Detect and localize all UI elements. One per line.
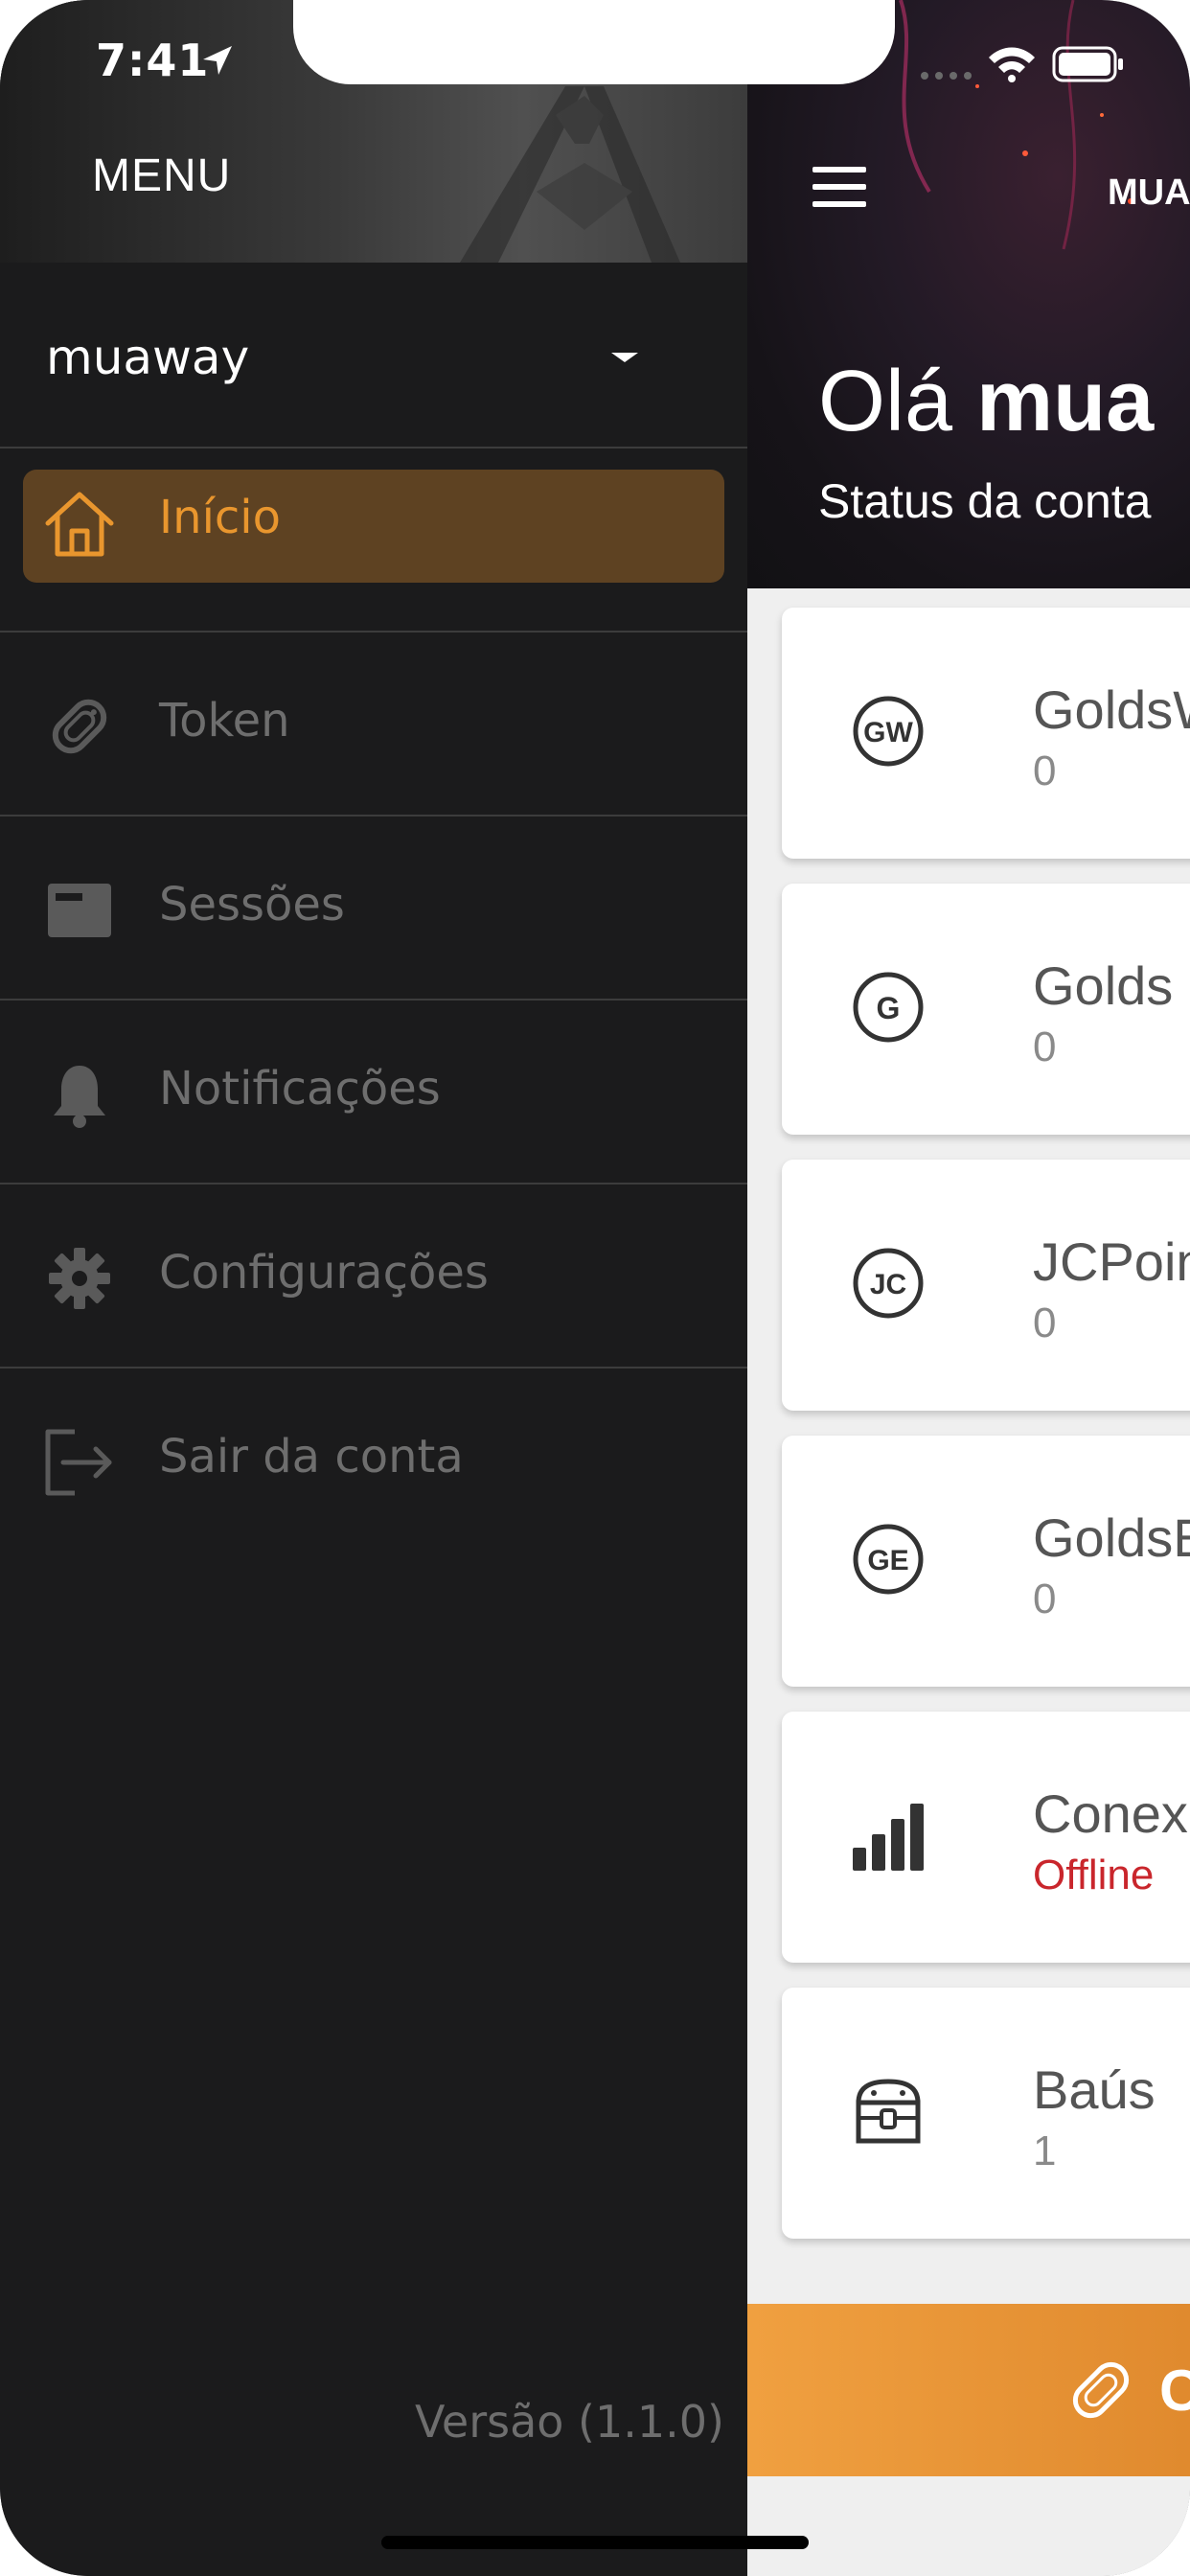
nav-label-sair: Sair da conta xyxy=(159,1430,464,1484)
navigation-drawer: MENU muaway Início Token Sessões Notific… xyxy=(0,0,747,2576)
header-artwork-icon xyxy=(460,86,680,263)
home-indicator[interactable] xyxy=(381,2536,809,2549)
card-goldsw[interactable]: GW GoldsW 0 xyxy=(782,608,1190,859)
bell-icon xyxy=(54,1066,105,1128)
wifi-icon xyxy=(989,47,1035,82)
card-title: Conex xyxy=(1033,1783,1188,1844)
nav-item-token[interactable]: Token xyxy=(0,632,747,816)
nav-label-notificacoes: Notificações xyxy=(159,1062,441,1116)
account-status-subtitle: Status da conta xyxy=(818,474,1152,528)
card-value: 0 xyxy=(1033,1576,1057,1622)
card-conexao[interactable]: Conex Offline xyxy=(782,1712,1190,1963)
card-value: 1 xyxy=(1033,2128,1057,2174)
status-bar: 7:41 xyxy=(0,0,1190,86)
cellular-signal-icon xyxy=(921,72,972,80)
connection-status: Offline xyxy=(1033,1852,1155,1898)
location-arrow-icon xyxy=(203,46,232,75)
card-value: 0 xyxy=(1033,1024,1057,1070)
token-icon xyxy=(52,699,107,754)
device-notch xyxy=(293,0,895,84)
nav-item-sair[interactable]: Sair da conta xyxy=(0,1368,747,1552)
app-version: Versão (1.1.0) xyxy=(415,2396,724,2448)
card-title: GoldsW xyxy=(1033,679,1190,740)
hero-banner: MUA Olá mua Status da conta xyxy=(747,0,1190,588)
svg-text:GE: GE xyxy=(867,1545,908,1576)
battery-icon xyxy=(1052,46,1123,82)
active-highlight xyxy=(23,470,724,583)
nav-item-configuracoes[interactable]: Configurações xyxy=(0,1184,747,1368)
gear-icon xyxy=(49,1248,110,1309)
card-jcpoints[interactable]: JC JCPoin 0 xyxy=(782,1160,1190,1411)
card-value: 0 xyxy=(1033,1300,1057,1346)
g-badge-icon: G xyxy=(853,972,924,1043)
svg-text:G: G xyxy=(877,991,901,1025)
token-icon xyxy=(1072,2361,1130,2419)
gw-badge-icon: GW xyxy=(853,696,924,767)
ge-badge-icon: GE xyxy=(853,1524,924,1595)
nav-item-notificacoes[interactable]: Notificações xyxy=(0,1000,747,1184)
svg-text:GW: GW xyxy=(863,717,913,748)
nav-item-sessoes[interactable]: Sessões xyxy=(0,816,747,1000)
card-golds[interactable]: G Golds 0 xyxy=(782,884,1190,1135)
greeting: Olá mua xyxy=(818,353,1154,451)
greeting-username: mua xyxy=(976,354,1155,449)
card-title: Baús xyxy=(1033,2059,1156,2120)
cta-label: C xyxy=(1159,2358,1190,2423)
card-goldse[interactable]: GE GoldsE 0 xyxy=(782,1436,1190,1687)
svg-text:JC: JC xyxy=(870,1269,906,1300)
card-title: JCPoin xyxy=(1033,1231,1190,1292)
token-cta-button[interactable]: C xyxy=(747,2304,1190,2476)
logout-icon xyxy=(45,1429,112,1496)
brand-title: MUA xyxy=(1108,172,1190,213)
home-icon xyxy=(45,492,114,557)
status-time: 7:41 xyxy=(96,34,210,86)
status-cards: GW GoldsW 0 G Golds 0 JC JCPoin xyxy=(747,588,1190,2576)
card-value: 0 xyxy=(1033,748,1057,794)
card-title: GoldsE xyxy=(1033,1507,1190,1568)
card-baus[interactable]: Baús 1 xyxy=(782,1988,1190,2239)
hamburger-menu-icon[interactable] xyxy=(812,167,866,207)
main-content: MUA Olá mua Status da conta GW GoldsW 0 … xyxy=(747,0,1190,2576)
nav-label-inicio: Início xyxy=(159,491,282,544)
chest-icon xyxy=(856,2079,921,2144)
sessions-icon xyxy=(48,884,111,937)
menu-title: MENU xyxy=(92,150,232,201)
account-selector[interactable]: muaway xyxy=(0,263,747,448)
signal-bars-icon xyxy=(853,1804,924,1871)
nav-item-inicio[interactable]: Início xyxy=(0,448,747,632)
nav-label-token: Token xyxy=(159,694,290,748)
card-title: Golds xyxy=(1033,955,1174,1016)
phone-screen: MENU muaway Início Token Sessões Notific… xyxy=(0,0,1190,2576)
nav-label-sessoes: Sessões xyxy=(159,878,345,932)
nav-label-configuracoes: Configurações xyxy=(159,1246,489,1300)
jc-badge-icon: JC xyxy=(853,1248,924,1319)
caret-down-icon xyxy=(611,353,638,362)
greeting-prefix: Olá xyxy=(818,354,953,449)
account-name: muaway xyxy=(46,330,250,385)
